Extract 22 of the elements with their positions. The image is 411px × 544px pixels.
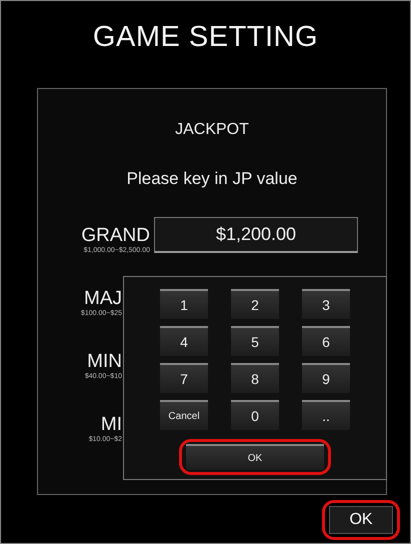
keypad-key[interactable]: 6 xyxy=(302,326,350,356)
keypad-key[interactable]: .. xyxy=(302,400,350,430)
level-name: MIN xyxy=(87,351,122,372)
panel-heading: JACKPOT xyxy=(174,121,250,139)
prompt-text: Please key in JP value xyxy=(126,169,298,189)
keypad-key[interactable]: 2 xyxy=(231,289,279,319)
keypad-key[interactable]: 4 xyxy=(160,326,208,356)
keypad-key[interactable]: Cancel xyxy=(160,400,208,430)
level-name: MAJ xyxy=(84,288,122,310)
keypad-key[interactable]: 1 xyxy=(160,289,208,319)
level-name: GRAND xyxy=(81,225,150,246)
keypad-key[interactable]: 0 xyxy=(231,400,279,430)
keypad-key[interactable]: 8 xyxy=(231,363,279,393)
level-name: MI xyxy=(100,414,122,436)
value-field[interactable]: $1,200.00 xyxy=(154,217,358,253)
keypad-key[interactable]: 3 xyxy=(302,289,350,319)
keypad-ok-button[interactable]: OK xyxy=(186,444,324,470)
screen-title: GAME SETTING xyxy=(92,20,320,55)
ok-button[interactable]: OK xyxy=(329,506,393,534)
keypad-key[interactable]: 5 xyxy=(231,326,279,356)
keypad-key[interactable]: 9 xyxy=(302,363,350,393)
keypad-key[interactable]: 7 xyxy=(160,363,208,393)
